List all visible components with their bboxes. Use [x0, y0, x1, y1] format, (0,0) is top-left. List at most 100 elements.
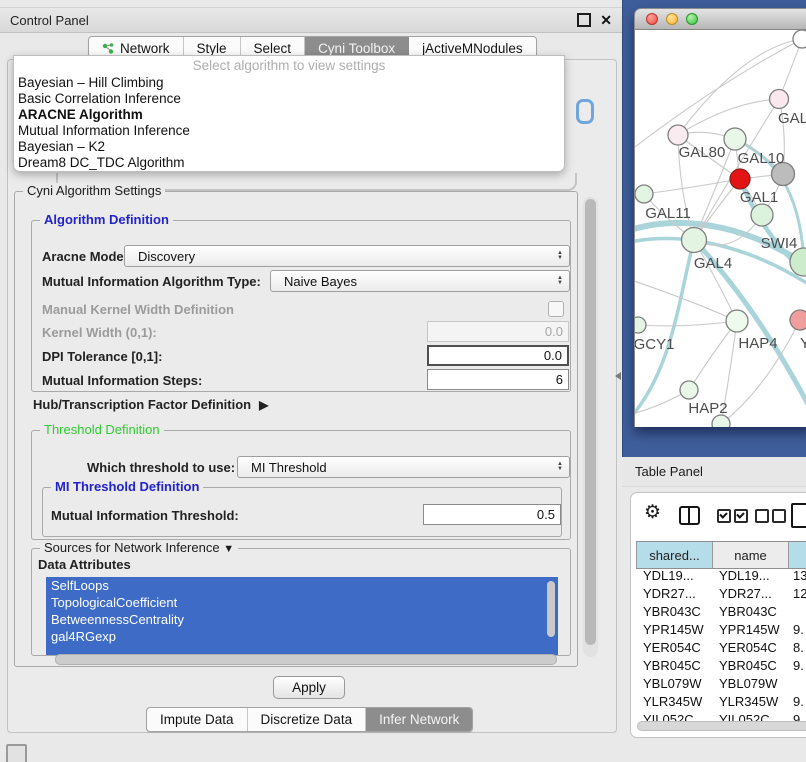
table-body: YDL19... YDL19... 13 YDR27... YDR27... 1… [636, 567, 806, 723]
new-table-icon[interactable] [791, 503, 806, 528]
dropdown-option[interactable]: Bayesian – K2 [14, 139, 564, 155]
node-label: GAL4 [694, 255, 732, 272]
control-panel-titlebar: Control Panel ✕ [0, 7, 622, 33]
mi-steps-label: Mutual Information Steps: [42, 373, 202, 388]
split-columns-icon[interactable] [679, 506, 700, 525]
select-all-icon[interactable] [734, 509, 748, 523]
float-panel-icon[interactable] [577, 13, 591, 27]
panel-window-buttons: ✕ [577, 13, 612, 27]
minimized-panel-icon[interactable] [6, 744, 27, 762]
table-row[interactable]: YER054C YER054C 8. [636, 639, 806, 657]
table-row[interactable]: YDL19... YDL19... 13 [636, 567, 806, 585]
table-row[interactable]: YBR043C YBR043C [636, 603, 806, 621]
kernel-width-input[interactable] [427, 321, 569, 342]
attributes-scrollbar[interactable] [547, 581, 555, 637]
node-swi4[interactable] [751, 204, 773, 226]
list-item[interactable]: SelfLoops [46, 577, 558, 594]
list-item[interactable]: gal4RGexp [46, 628, 558, 645]
list-item[interactable]: BetweennessCentrality [46, 611, 558, 628]
node-unnamed-top[interactable] [793, 30, 806, 48]
table-panel-titlebar: Table Panel [622, 457, 806, 487]
zoom-window-button[interactable] [686, 13, 698, 25]
node-gal4[interactable] [682, 228, 707, 253]
node-hap4[interactable] [726, 310, 748, 332]
mi-threshold-input[interactable] [423, 504, 561, 525]
scrollbar-thumb[interactable] [585, 199, 596, 645]
settings-horizontal-scrollbar[interactable] [55, 654, 557, 665]
network-window-titlebar[interactable] [634, 8, 806, 30]
stepper-icon: ▲▼ [557, 462, 569, 472]
table-panel: ⚙ shared... name YDL19... YDL19... 13 YD… [630, 492, 806, 738]
network-icon [102, 42, 115, 55]
pane-resize-arrow[interactable] [615, 372, 621, 380]
table-row[interactable]: YBL079W YBL079W [636, 675, 806, 693]
hub-transcription-factor-expander[interactable]: Hub/Transcription Factor Definition ▶ [33, 397, 268, 412]
node-gal10[interactable] [724, 128, 746, 150]
table-horizontal-scrollbar[interactable] [637, 721, 806, 731]
node-gal11[interactable] [635, 185, 653, 203]
select-all-icon[interactable] [717, 509, 731, 523]
node-gal-partial[interactable] [770, 90, 789, 109]
node-label: GAL [778, 110, 806, 127]
close-panel-icon[interactable]: ✕ [600, 13, 612, 27]
kernel-width-label: Kernel Width (0,1): [42, 325, 157, 340]
algorithm-definition-title: Algorithm Definition [40, 212, 173, 227]
which-threshold-label: Which threshold to use: [87, 460, 235, 475]
node-label: HAP4 [738, 335, 777, 352]
which-threshold-select[interactable]: MI Threshold ▲▼ [237, 456, 570, 478]
table-row[interactable]: YDR27... YDR27... 12 [636, 585, 806, 603]
dropdown-option[interactable]: Basic Correlation Inference [14, 91, 564, 107]
table-row[interactable]: YPR145W YPR145W 9. [636, 621, 806, 639]
node-label: SWI4 [761, 235, 798, 252]
node-label: HAP2 [688, 400, 727, 417]
threshold-definition-title: Threshold Definition [40, 422, 164, 437]
settings-vertical-scrollbar[interactable] [583, 197, 598, 657]
mi-algorithm-type-label: Mutual Information Algorithm Type: [42, 274, 261, 289]
table-panel-title: Table Panel [635, 464, 703, 479]
dropdown-option[interactable]: Bayesian – Hill Climbing [14, 75, 564, 91]
dpi-tolerance-label: DPI Tolerance [0,1]: [42, 349, 162, 364]
list-item[interactable]: TopologicalCoefficient [46, 594, 558, 611]
dropdown-option[interactable]: Mutual Information Inference [14, 123, 564, 139]
tab-discretize-data[interactable]: Discretize Data [248, 708, 367, 731]
node-label: GAL1 [740, 189, 778, 206]
node-gal1[interactable] [730, 169, 750, 189]
node-label: GCY1 [635, 336, 674, 353]
table-row[interactable]: YBR045C YBR045C 9. [636, 657, 806, 675]
table-toolbar: ⚙ [631, 501, 806, 533]
close-window-button[interactable] [646, 13, 658, 25]
gear-icon[interactable]: ⚙ [644, 503, 661, 522]
threshold-definition-group: Threshold Definition Which threshold to … [31, 430, 571, 540]
deselect-all-icon[interactable] [755, 509, 769, 523]
node-hap2[interactable] [680, 381, 698, 399]
manual-kernel-width-label: Manual Kernel Width Definition [42, 302, 234, 317]
node-y-partial[interactable] [790, 310, 806, 330]
cyni-algorithm-settings-group: Cyni Algorithm Settings Algorithm Defini… [14, 191, 578, 667]
mi-threshold-definition-title: MI Threshold Definition [51, 479, 203, 494]
dropdown-option[interactable]: Dream8 DC_TDC Algorithm [14, 155, 564, 171]
tab-infer-network[interactable]: Infer Network [366, 708, 472, 731]
tab-impute-data[interactable]: Impute Data [147, 708, 248, 731]
table-row[interactable]: YLR345W YLR345W 9. [636, 693, 806, 711]
dpi-tolerance-input[interactable] [427, 345, 569, 366]
node-gcy1[interactable] [635, 317, 646, 333]
node-right-green[interactable] [790, 248, 806, 276]
network-canvas[interactable]: GAL GAL80 GAL10 GAL1 GAL11 SWI4 GAL4 GCY… [634, 30, 806, 427]
algorithm-settings-button[interactable] [576, 99, 594, 124]
column-header-partial[interactable] [789, 542, 806, 568]
apply-button[interactable]: Apply [273, 676, 345, 699]
mi-algorithm-type-select[interactable]: Naive Bayes ▲▼ [270, 270, 570, 292]
sources-title[interactable]: Sources for Network Inference ▼ [40, 540, 238, 555]
manual-kernel-width-checkbox[interactable] [548, 301, 564, 317]
dropdown-option-selected[interactable]: ARACNE Algorithm [14, 107, 564, 123]
tab-network-label: Network [120, 41, 170, 56]
deselect-all-icon[interactable] [772, 509, 786, 523]
data-attributes-label: Data Attributes [38, 557, 131, 572]
minimize-window-button[interactable] [666, 13, 678, 25]
aracne-mode-select[interactable]: Discovery ▲▼ [124, 245, 570, 267]
column-header-name[interactable]: name [713, 542, 789, 568]
node-label: GAL11 [645, 205, 691, 222]
node-gal80[interactable] [668, 125, 688, 145]
mi-steps-input[interactable] [427, 369, 569, 390]
column-header-shared-name[interactable]: shared... [636, 542, 713, 568]
